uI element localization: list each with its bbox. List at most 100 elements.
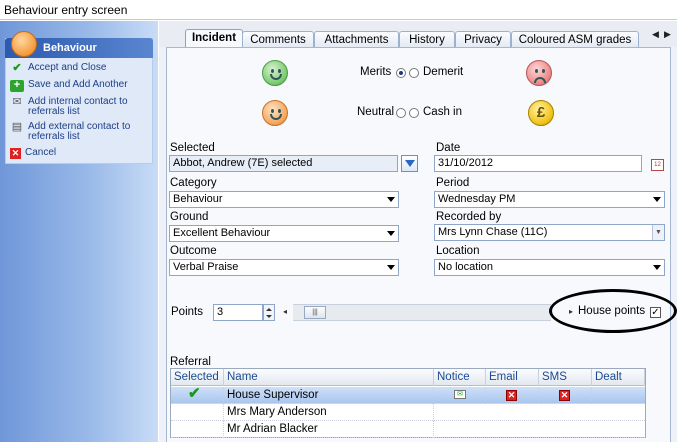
referral-label: Referral xyxy=(170,356,211,368)
tab-history[interactable]: History xyxy=(399,31,455,48)
cancel-label: Cancel xyxy=(25,147,57,158)
outcome-dropdown[interactable]: Verbal Praise xyxy=(169,259,399,276)
selected-cell[interactable] xyxy=(171,421,224,438)
selected-cell[interactable]: ✔ xyxy=(171,385,224,404)
check-icon: ✔ xyxy=(188,385,201,402)
recorded-by-label: Recorded by xyxy=(436,211,502,223)
merits-radio[interactable] xyxy=(396,68,406,78)
ground-value: Excellent Behaviour xyxy=(173,227,271,239)
sms-cross-icon: ✕ xyxy=(559,390,570,401)
accept-and-close-button[interactable]: ✔ Accept and Close xyxy=(10,63,143,75)
table-row[interactable]: Mr Adrian Blacker xyxy=(171,421,645,438)
merit-smiley-icon xyxy=(262,60,288,86)
plus-icon: + xyxy=(10,80,24,92)
notice-envelope-icon: ✉ xyxy=(454,390,466,399)
chevron-down-icon xyxy=(653,265,661,270)
add-internal-contact-button[interactable]: ✉ Add internal contact to referrals list xyxy=(10,97,143,117)
main-area: Incident Comments Attachments History Pr… xyxy=(159,21,677,442)
column-header-notice[interactable]: Notice xyxy=(434,369,486,386)
title-bar: Behaviour entry screen xyxy=(0,0,677,20)
sms-cell[interactable]: ✕ xyxy=(539,387,592,404)
behaviour-face-icon xyxy=(11,31,37,57)
category-dropdown[interactable]: Behaviour xyxy=(169,191,399,208)
column-header-sms[interactable]: SMS xyxy=(539,369,592,386)
neutral-label: Neutral xyxy=(357,106,395,118)
column-header-dealt[interactable]: Dealt xyxy=(592,369,645,386)
period-dropdown[interactable]: Wednesday PM xyxy=(434,191,665,208)
tab-incident[interactable]: Incident xyxy=(185,29,243,48)
calendar-icon[interactable]: 12 xyxy=(651,159,664,171)
cancel-button[interactable]: ✕ Cancel xyxy=(10,148,140,159)
ground-label: Ground xyxy=(170,211,209,223)
stepper-down-icon xyxy=(266,315,272,318)
cash-in-label: Cash in xyxy=(423,106,462,118)
chevron-down-icon xyxy=(387,265,395,270)
check-icon: ✔ xyxy=(12,62,22,74)
referral-table-header: Selected Name Notice Email SMS Dealt xyxy=(171,369,645,386)
ground-dropdown[interactable]: Excellent Behaviour xyxy=(169,225,399,242)
column-header-name[interactable]: Name xyxy=(224,369,434,386)
chevron-down-icon: ▼ xyxy=(652,225,664,240)
selected-cell[interactable] xyxy=(171,404,224,421)
tab-bar: Incident Comments Attachments History Pr… xyxy=(159,21,677,48)
date-field[interactable]: 31/10/2012 xyxy=(434,155,642,172)
demerit-label: Demerit xyxy=(423,66,464,78)
demerit-frown-icon xyxy=(526,60,552,86)
recorded-by-value: Mrs Lynn Chase (11C) xyxy=(438,226,548,238)
selected-label: Selected xyxy=(170,142,215,154)
add-external-contact-label: Add external contact to referrals list xyxy=(28,121,131,142)
scroll-left-icon[interactable]: ◂ xyxy=(283,307,287,316)
neutral-face-icon xyxy=(262,100,288,126)
tab-comments[interactable]: Comments xyxy=(242,31,314,48)
save-and-add-another-label: Save and Add Another xyxy=(28,79,128,90)
period-label: Period xyxy=(436,177,470,189)
period-value: Wednesday PM xyxy=(438,193,516,205)
stepper-up-icon xyxy=(266,308,272,311)
points-stepper[interactable] xyxy=(263,304,275,321)
column-header-selected[interactable]: Selected xyxy=(171,369,224,386)
cash-in-radio[interactable] xyxy=(409,108,419,118)
column-header-email[interactable]: Email xyxy=(486,369,539,386)
window-title: Behaviour entry screen xyxy=(4,3,128,17)
slider-thumb[interactable]: ||| xyxy=(304,306,326,319)
date-label: Date xyxy=(436,142,461,154)
outcome-label: Outcome xyxy=(170,245,217,257)
points-slider[interactable]: ||| xyxy=(293,304,551,321)
tab-scroll-right-icon[interactable]: ▶ xyxy=(664,29,671,40)
merits-label: Merits xyxy=(360,66,392,78)
email-cross-icon: ✕ xyxy=(506,390,517,401)
location-value: No location xyxy=(438,261,494,273)
filter-icon[interactable] xyxy=(401,155,418,172)
tab-scroll-left-icon[interactable]: ◀ xyxy=(652,29,659,40)
email-cell[interactable]: ✕ xyxy=(486,387,539,404)
task-panel-title: Behaviour xyxy=(43,42,97,54)
tab-privacy[interactable]: Privacy xyxy=(455,31,511,48)
recorded-by-dropdown[interactable]: Mrs Lynn Chase (11C) ▼ xyxy=(434,224,665,241)
save-and-add-another-button[interactable]: + Save and Add Another xyxy=(10,80,143,92)
close-icon: ✕ xyxy=(10,148,21,159)
notice-cell[interactable]: ✉ xyxy=(434,387,486,404)
printer-icon: ▤ xyxy=(11,121,23,133)
table-row[interactable]: ✔ House Supervisor ✉ ✕ ✕ xyxy=(171,385,645,404)
location-label: Location xyxy=(436,245,480,257)
dealt-cell[interactable] xyxy=(592,387,645,404)
sidebar: Behaviour ✔ Accept and Close + Save and … xyxy=(0,21,158,442)
incident-panel: Merits Demerit Neutral Cash in £ Selecte… xyxy=(166,47,671,442)
add-external-contact-button[interactable]: ▤ Add external contact to referrals list xyxy=(10,122,143,142)
selected-student-field[interactable]: Abbot, Andrew (7E) selected xyxy=(169,155,398,172)
highlight-ellipse-annotation xyxy=(549,289,677,333)
envelope-icon: ✉ xyxy=(12,96,22,108)
referral-table: Selected Name Notice Email SMS Dealt ✔ H… xyxy=(170,368,646,438)
points-input[interactable]: 3 xyxy=(213,304,263,321)
location-dropdown[interactable]: No location xyxy=(434,259,665,276)
chevron-down-icon xyxy=(653,197,661,202)
neutral-radio[interactable] xyxy=(396,108,406,118)
outcome-value: Verbal Praise xyxy=(173,261,239,273)
name-cell: Mrs Mary Anderson xyxy=(224,404,434,421)
name-cell: House Supervisor xyxy=(224,387,434,404)
demerit-radio[interactable] xyxy=(409,68,419,78)
tab-attachments[interactable]: Attachments xyxy=(314,31,399,48)
tab-coloured-asm-grades[interactable]: Coloured ASM grades xyxy=(511,31,639,48)
table-row[interactable]: Mrs Mary Anderson xyxy=(171,404,645,421)
category-label: Category xyxy=(170,177,217,189)
